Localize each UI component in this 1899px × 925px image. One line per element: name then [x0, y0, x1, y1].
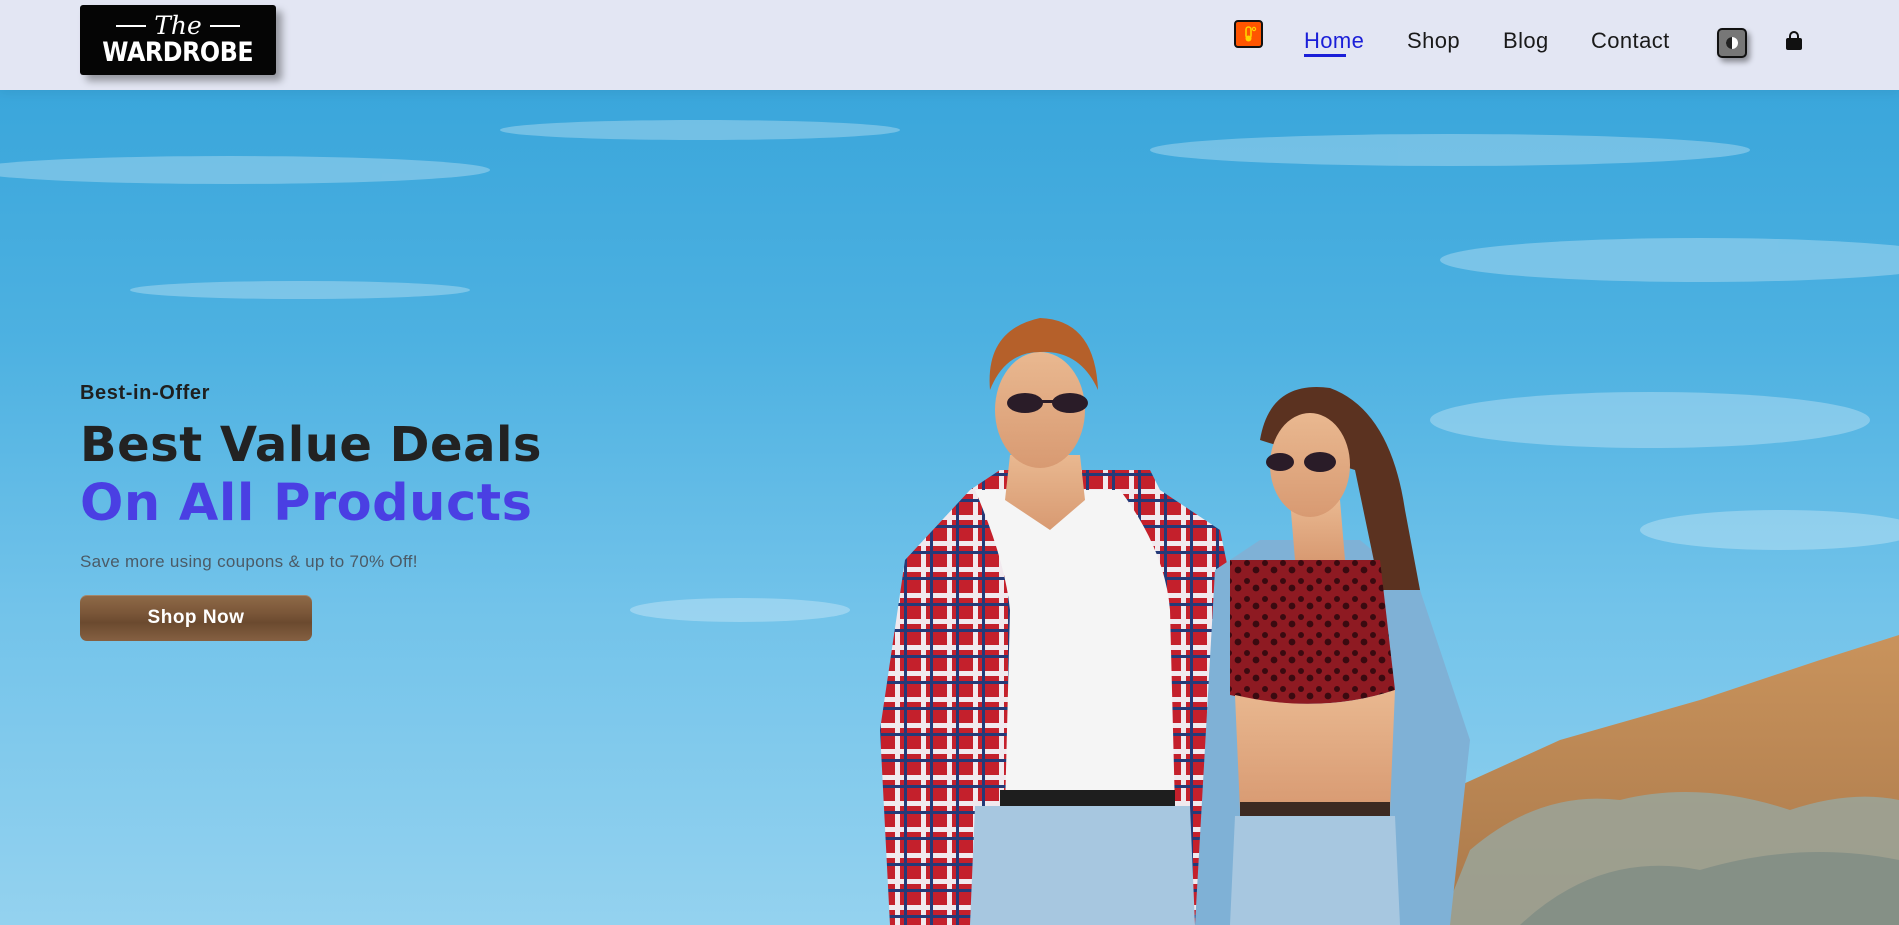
site-header: The WARDROBE Home Shop Blog Contact: [0, 0, 1899, 90]
hero-subline: Save more using coupons & up to 70% Off!: [80, 552, 418, 571]
shop-now-button[interactable]: Shop Now: [80, 595, 312, 641]
nav-contact[interactable]: Contact: [1591, 28, 1670, 54]
hero-headline-accent: On All Products: [80, 474, 533, 533]
nav-active-underline: [1304, 54, 1346, 57]
hero-section: Best-in-Offer Best Value Deals On All Pr…: [0, 90, 1899, 925]
nav-shop[interactable]: Shop: [1407, 28, 1460, 54]
nav-blog[interactable]: Blog: [1503, 28, 1549, 54]
theme-toggle-icon[interactable]: [1717, 28, 1747, 58]
main-nav: Home Shop Blog Contact: [0, 0, 1899, 90]
nav-home[interactable]: Home: [1304, 28, 1364, 54]
hero-headline: Best Value Deals: [80, 417, 542, 473]
shopping-bag-icon[interactable]: [1784, 30, 1804, 52]
hero-kicker: Best-in-Offer: [80, 382, 211, 404]
weather-icon[interactable]: [1234, 20, 1263, 48]
